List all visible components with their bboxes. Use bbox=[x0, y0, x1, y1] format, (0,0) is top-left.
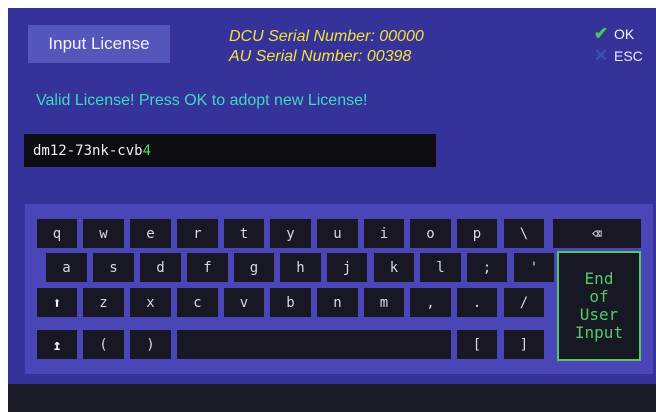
shift-arrow-icon: ⬆ bbox=[52, 293, 62, 312]
key-apostrophe[interactable]: ' bbox=[514, 253, 554, 282]
key-y[interactable]: y bbox=[270, 219, 311, 248]
page-title: Input License bbox=[28, 25, 170, 63]
key-o[interactable]: o bbox=[410, 219, 451, 248]
license-input-last-char: 4 bbox=[142, 142, 152, 159]
backspace-key[interactable]: ⌫ bbox=[553, 219, 641, 248]
key-g[interactable]: g bbox=[234, 253, 274, 282]
check-icon: ✔ bbox=[593, 24, 609, 43]
space-key[interactable] bbox=[177, 330, 451, 359]
key-z[interactable]: z bbox=[83, 288, 124, 317]
end-label-line-1: End bbox=[584, 269, 614, 288]
key-open-bracket[interactable]: [ bbox=[457, 330, 497, 359]
key-e[interactable]: e bbox=[130, 219, 171, 248]
serial-numbers: DCU Serial Number: 00000 AU Serial Numbe… bbox=[229, 27, 424, 67]
caps-lock-key[interactable]: ↥ bbox=[37, 330, 77, 359]
key-semicolon[interactable]: ; bbox=[467, 253, 507, 282]
au-serial-number: AU Serial Number: 00398 bbox=[229, 48, 412, 65]
ok-label: OK bbox=[614, 26, 635, 42]
end-of-user-input-button[interactable]: End of User Input bbox=[557, 251, 641, 361]
dcu-serial-number: DCU Serial Number: 00000 bbox=[229, 28, 424, 45]
key-period[interactable]: . bbox=[457, 288, 497, 317]
key-comma[interactable]: , bbox=[410, 288, 451, 317]
backspace-icon: ⌫ bbox=[592, 224, 602, 243]
key-m[interactable]: m bbox=[364, 288, 404, 317]
key-w[interactable]: w bbox=[83, 219, 124, 248]
bottom-bar bbox=[8, 384, 656, 412]
key-t[interactable]: t bbox=[224, 219, 264, 248]
end-label-line-2: of bbox=[589, 287, 609, 306]
key-i[interactable]: i bbox=[364, 219, 404, 248]
key-x[interactable]: x bbox=[130, 288, 171, 317]
key-j[interactable]: j bbox=[327, 253, 367, 282]
license-input-text: dm12-73nk-cvb bbox=[33, 142, 143, 159]
key-close-bracket[interactable]: ] bbox=[504, 330, 544, 359]
key-d[interactable]: d bbox=[140, 253, 181, 282]
close-icon: ✕ bbox=[593, 46, 609, 65]
key-s[interactable]: s bbox=[93, 253, 134, 282]
key-b[interactable]: b bbox=[270, 288, 311, 317]
key-q[interactable]: q bbox=[37, 219, 77, 248]
key-p[interactable]: p bbox=[457, 219, 497, 248]
key-l[interactable]: l bbox=[420, 253, 461, 282]
key-a[interactable]: a bbox=[46, 253, 87, 282]
key-r[interactable]: r bbox=[177, 219, 218, 248]
key-v[interactable]: v bbox=[224, 288, 264, 317]
key-slash[interactable]: / bbox=[504, 288, 544, 317]
ok-button[interactable]: ✔ OK bbox=[592, 24, 634, 44]
key-k[interactable]: k bbox=[374, 253, 414, 282]
esc-label: ESC bbox=[614, 48, 643, 64]
end-label-line-4: Input bbox=[574, 323, 624, 342]
key-close-paren[interactable]: ) bbox=[130, 330, 171, 359]
key-backslash[interactable]: \ bbox=[504, 219, 544, 248]
key-f[interactable]: f bbox=[187, 253, 228, 282]
status-message: Valid License! Press OK to adopt new Lic… bbox=[36, 92, 368, 109]
key-c[interactable]: c bbox=[177, 288, 218, 317]
caps-lock-icon: ↥ bbox=[52, 335, 62, 354]
key-open-paren[interactable]: ( bbox=[83, 330, 124, 359]
key-u[interactable]: u bbox=[317, 219, 358, 248]
end-label-line-3: User bbox=[579, 305, 619, 324]
esc-button[interactable]: ✕ ESC bbox=[592, 46, 643, 66]
key-n[interactable]: n bbox=[317, 288, 358, 317]
shift-key[interactable]: ⬆ bbox=[37, 288, 77, 317]
key-h[interactable]: h bbox=[280, 253, 321, 282]
license-input[interactable]: dm12-73nk-cvb 4 bbox=[24, 134, 436, 167]
